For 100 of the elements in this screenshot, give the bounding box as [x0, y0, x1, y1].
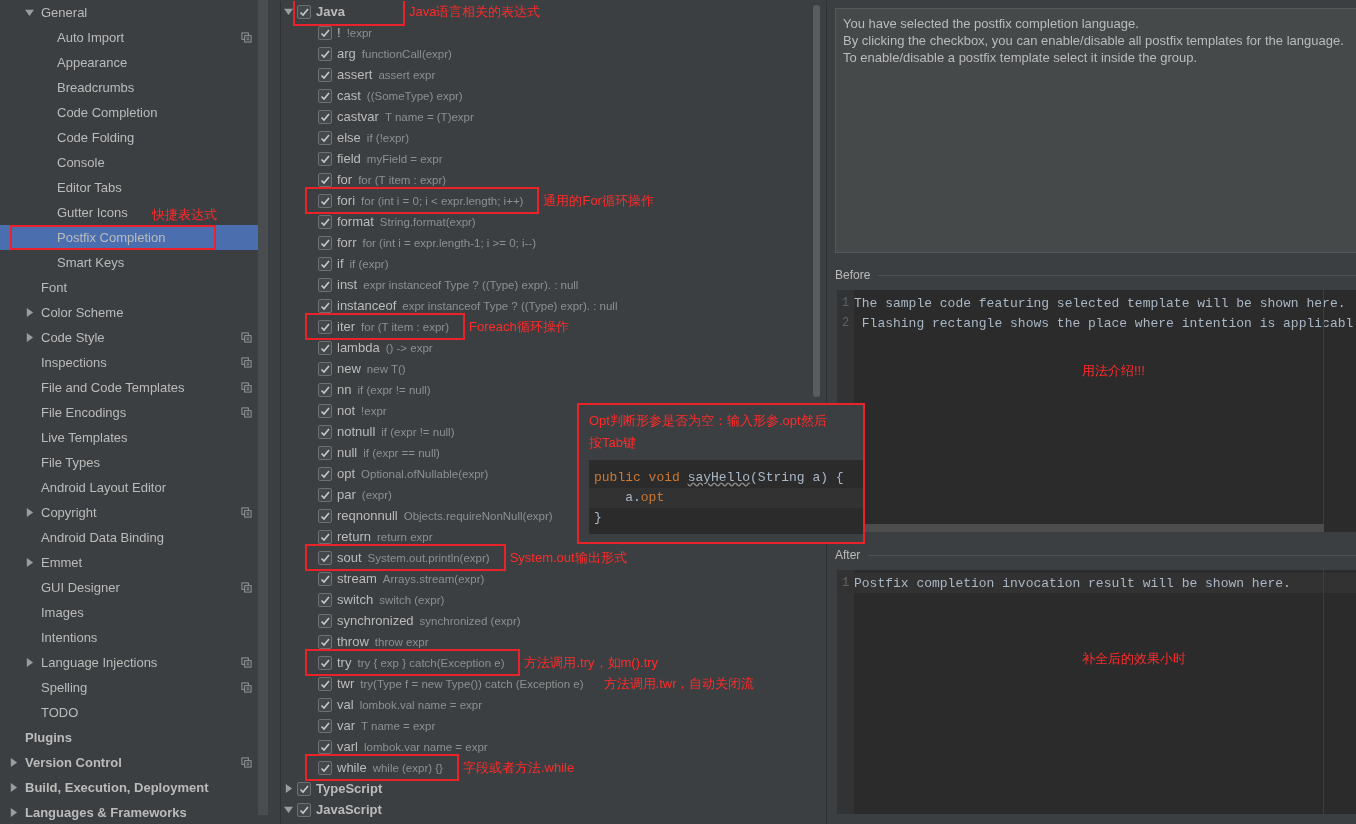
checkbox[interactable] [318, 487, 332, 502]
annotation-text: 字段或者方法.while [462, 758, 575, 777]
checkbox[interactable] [318, 718, 332, 733]
template-example: while (expr) {} [372, 761, 443, 774]
sidebar-item[interactable]: General [41, 5, 88, 20]
sidebar-item[interactable]: Console [57, 155, 105, 170]
checkbox[interactable] [318, 571, 332, 586]
checkbox[interactable] [318, 46, 332, 61]
code-line: Flashing rectangle shows the place where intention is applicabl [860, 315, 1354, 331]
sidebar-item[interactable]: File Encodings [41, 405, 127, 420]
template-name: castvar [337, 109, 379, 124]
expand-arrow-icon[interactable] [9, 783, 18, 792]
checkbox[interactable] [318, 592, 332, 607]
checkbox[interactable] [318, 403, 332, 418]
template-name: opt [337, 466, 356, 481]
sidebar-item[interactable]: Color Scheme [41, 305, 124, 320]
expand-arrow-icon[interactable] [25, 558, 34, 567]
checkbox[interactable] [318, 172, 332, 187]
sidebar-item[interactable]: Android Data Binding [41, 530, 164, 545]
template-example: if (expr != null) [381, 425, 455, 438]
sidebar-item[interactable]: File Types [41, 455, 100, 470]
sidebar-item[interactable]: Spelling [41, 680, 88, 695]
expand-arrow-icon[interactable] [25, 333, 34, 342]
template-name: else [337, 130, 361, 145]
sidebar-item[interactable]: Appearance [57, 55, 128, 70]
checkbox[interactable] [318, 109, 332, 124]
sidebar-item[interactable]: Code Folding [57, 130, 135, 145]
expand-arrow-icon[interactable] [25, 658, 34, 667]
scrollbar[interactable] [813, 5, 820, 397]
sidebar-item[interactable]: Intentions [41, 630, 98, 645]
sidebar-item[interactable]: Code Completion [57, 105, 158, 120]
sidebar-item[interactable]: Live Templates [41, 430, 128, 445]
checkbox[interactable] [318, 298, 332, 313]
sidebar-item[interactable]: Auto Import [57, 30, 125, 45]
sidebar-item[interactable]: Android Layout Editor [41, 480, 167, 495]
template-example: for (T item : expr) [358, 173, 447, 186]
checkbox[interactable] [318, 88, 332, 103]
expand-arrow-icon[interactable] [284, 805, 293, 814]
checkbox[interactable] [318, 613, 332, 628]
checkbox[interactable] [318, 529, 332, 544]
checkbox[interactable] [318, 151, 332, 166]
template-example: assert expr [378, 68, 436, 81]
annotation-text: 补全后的效果小时 [1082, 650, 1186, 668]
expand-arrow-icon[interactable] [25, 508, 34, 517]
template-example: try(Type f = new Type()) catch (Exception e) [360, 677, 584, 690]
expand-arrow-icon[interactable] [25, 308, 34, 317]
sidebar-item[interactable]: TODO [41, 705, 79, 720]
sidebar-item[interactable]: Build, Execution, Deployment [25, 780, 209, 795]
sidebar-item[interactable]: Emmet [41, 555, 83, 570]
sidebar-item[interactable]: Editor Tabs [57, 180, 122, 195]
checkbox[interactable] [318, 382, 332, 397]
checkbox[interactable] [318, 466, 332, 481]
checkbox[interactable] [318, 760, 332, 775]
expand-arrow-icon[interactable] [284, 784, 293, 793]
sidebar-item[interactable]: Images [41, 605, 84, 620]
checkbox[interactable] [318, 739, 332, 754]
template-name: inst [337, 277, 358, 292]
checkbox[interactable] [318, 67, 332, 82]
checkbox[interactable] [318, 340, 332, 355]
description-text: To enable/disable a postfix template select it inside the group. [843, 49, 1199, 66]
sidebar-item[interactable]: File and Code Templates [41, 380, 185, 395]
checkbox[interactable] [318, 676, 332, 691]
checkbox[interactable] [318, 697, 332, 712]
sidebar-item[interactable]: Smart Keys [57, 255, 125, 270]
checkbox[interactable] [318, 361, 332, 376]
checkbox[interactable] [318, 655, 332, 670]
template-name: arg [337, 46, 356, 61]
checkbox[interactable] [318, 235, 332, 250]
checkbox[interactable] [318, 319, 332, 334]
checkbox[interactable] [318, 130, 332, 145]
checkbox[interactable] [318, 277, 332, 292]
scrollbar[interactable] [258, 0, 268, 815]
checkbox[interactable] [318, 445, 332, 460]
checkbox[interactable] [318, 634, 332, 649]
checkbox[interactable] [318, 256, 332, 271]
sidebar-item[interactable]: Code Style [41, 330, 105, 345]
expand-arrow-icon[interactable] [9, 758, 18, 767]
sidebar-item[interactable]: Plugins [25, 730, 72, 745]
template-example: lombok.val name = expr [359, 698, 483, 711]
sidebar-item[interactable]: Breadcrumbs [57, 80, 135, 95]
checkbox[interactable] [318, 424, 332, 439]
expand-arrow-icon[interactable] [284, 7, 293, 16]
sidebar-item[interactable]: Copyright [41, 505, 97, 520]
checkbox[interactable] [297, 781, 311, 796]
sidebar-item[interactable]: Font [41, 280, 67, 295]
sidebar-item[interactable]: Version Control [25, 755, 122, 770]
checkbox[interactable] [297, 802, 311, 817]
checkbox[interactable] [297, 4, 311, 19]
checkbox[interactable] [318, 550, 332, 565]
sidebar-item[interactable]: GUI Designer [41, 580, 120, 595]
sidebar-item[interactable]: Languages & Frameworks [25, 805, 187, 820]
sidebar-item[interactable]: Inspections [41, 355, 107, 370]
expand-arrow-icon[interactable] [25, 8, 34, 17]
template-name: return [337, 529, 371, 544]
sidebar-item[interactable]: Language Injections [41, 655, 158, 670]
sidebar-item[interactable]: Gutter Icons [57, 205, 128, 220]
checkbox[interactable] [318, 214, 332, 229]
checkbox[interactable] [318, 193, 332, 208]
checkbox[interactable] [318, 508, 332, 523]
expand-arrow-icon[interactable] [9, 808, 18, 817]
